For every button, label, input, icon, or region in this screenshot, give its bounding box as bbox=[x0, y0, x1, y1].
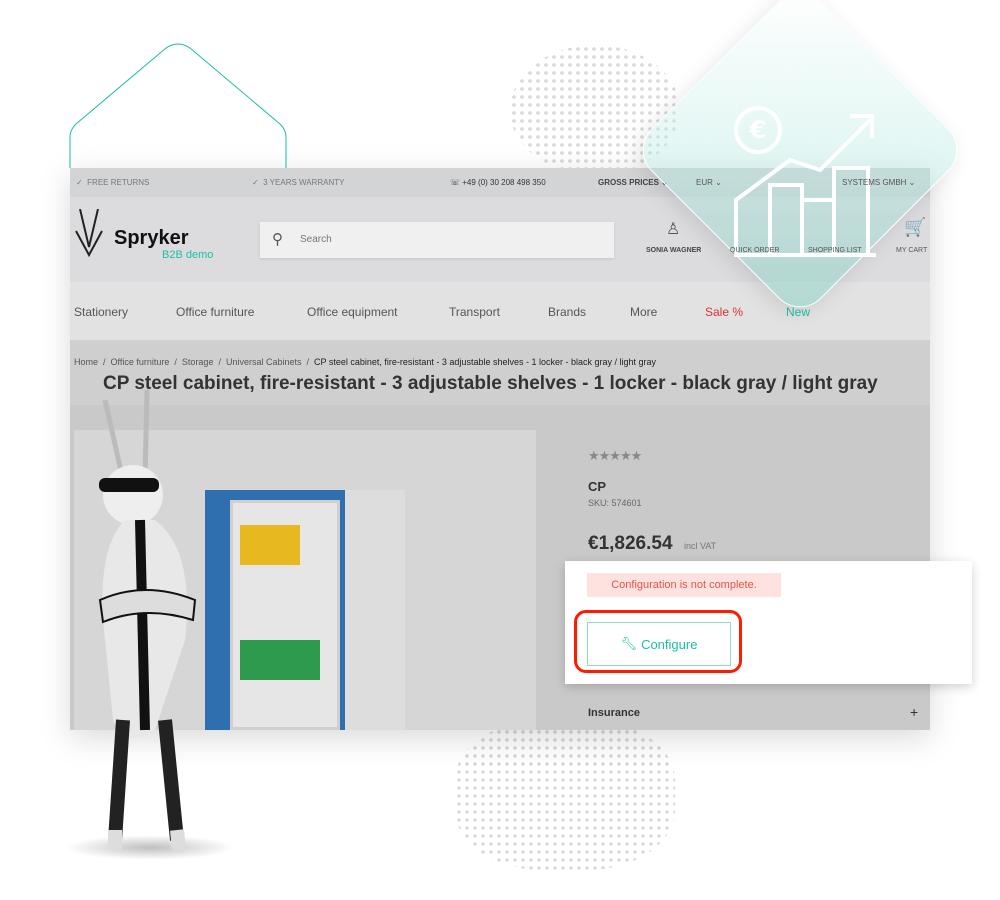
rating-stars: ★★★★★ bbox=[588, 448, 642, 463]
nav-stationery[interactable]: Stationery bbox=[74, 305, 128, 319]
breadcrumb-storage[interactable]: Storage bbox=[182, 357, 214, 367]
page-title: CP steel cabinet, fire-resistant - 3 adj… bbox=[103, 373, 878, 394]
product-price: €1,826.54 bbox=[588, 533, 673, 554]
cart-link[interactable]: MY CART bbox=[896, 247, 927, 254]
expand-plus-icon[interactable]: + bbox=[910, 704, 918, 720]
price-mode-select[interactable]: GROSS PRICES ⌄ bbox=[598, 178, 668, 187]
breadcrumb-current: CP steel cabinet, fire-resistant - 3 adj… bbox=[314, 357, 657, 367]
brand-name[interactable]: Spryker bbox=[114, 227, 189, 250]
cart-icon[interactable]: 🛒 bbox=[904, 217, 926, 238]
svg-text:€: € bbox=[749, 116, 767, 144]
currency-select[interactable]: EUR ⌄ bbox=[696, 178, 722, 187]
user-menu[interactable]: SONIA WAGNER bbox=[646, 247, 701, 254]
diamond-outline-decoration bbox=[69, 43, 287, 168]
breadcrumb: Home / Office furniture / Storage / Univ… bbox=[74, 357, 657, 367]
vat-label: incl VAT bbox=[684, 541, 717, 551]
phone-label: +49 (0) 30 208 498 350 bbox=[462, 178, 546, 187]
nav-more[interactable]: More bbox=[630, 305, 657, 319]
free-returns-label: FREE RETURNS bbox=[87, 178, 150, 187]
warranty-label: 3 YEARS WARRANTY bbox=[263, 178, 345, 187]
phone[interactable]: ☏ +49 (0) 30 208 498 350 bbox=[450, 178, 546, 187]
insurance-accordion[interactable]: Insurance bbox=[588, 707, 640, 719]
search-placeholder: Search bbox=[300, 234, 332, 245]
shopping-list-link[interactable]: SHOPPING LIST bbox=[808, 247, 862, 254]
nav-office-equipment[interactable]: Office equipment bbox=[307, 305, 398, 319]
config-error-message: Configuration is not complete. bbox=[587, 573, 781, 597]
search-input[interactable]: ⚲ Search bbox=[260, 222, 614, 258]
antelope-logo-icon bbox=[75, 209, 103, 258]
user-icon[interactable]: ♙ bbox=[666, 219, 680, 239]
quick-order-link[interactable]: QUICK ORDER bbox=[730, 247, 779, 254]
dot-map-decoration bbox=[455, 720, 675, 870]
nav-office-furniture[interactable]: Office furniture bbox=[176, 305, 254, 319]
search-icon: ⚲ bbox=[272, 231, 283, 248]
product-sku: SKU: 574601 bbox=[588, 498, 642, 508]
wrench-icon: 🔧︎ bbox=[620, 636, 638, 651]
company-value: SYSTEMS GMBH bbox=[842, 178, 907, 187]
product-brand: CP bbox=[588, 479, 607, 494]
oryx-mascot-illustration bbox=[98, 390, 197, 851]
warranty: ✓ 3 YEARS WARRANTY bbox=[252, 178, 345, 187]
configuration-popup: Configuration is not complete. 🔧︎ Configu… bbox=[565, 561, 972, 684]
cabinet-image bbox=[205, 490, 405, 730]
breadcrumb-office-furniture[interactable]: Office furniture bbox=[111, 357, 170, 367]
company-select[interactable]: SYSTEMS GMBH ⌄ bbox=[842, 178, 915, 187]
breadcrumb-home[interactable]: Home bbox=[74, 357, 98, 367]
nav-sale[interactable]: Sale % bbox=[705, 305, 743, 319]
price-mode-value: GROSS PRICES bbox=[598, 178, 659, 187]
brand-subtitle: B2B demo bbox=[162, 249, 214, 261]
nav-transport[interactable]: Transport bbox=[449, 305, 500, 319]
breadcrumb-universal-cabinets[interactable]: Universal Cabinets bbox=[226, 357, 302, 367]
currency-value: EUR bbox=[696, 178, 713, 187]
nav-brands[interactable]: Brands bbox=[548, 305, 586, 319]
configure-button[interactable]: 🔧︎ Configure bbox=[587, 622, 731, 666]
configure-label: Configure bbox=[641, 636, 698, 652]
free-returns: ✓ FREE RETURNS bbox=[76, 178, 150, 187]
